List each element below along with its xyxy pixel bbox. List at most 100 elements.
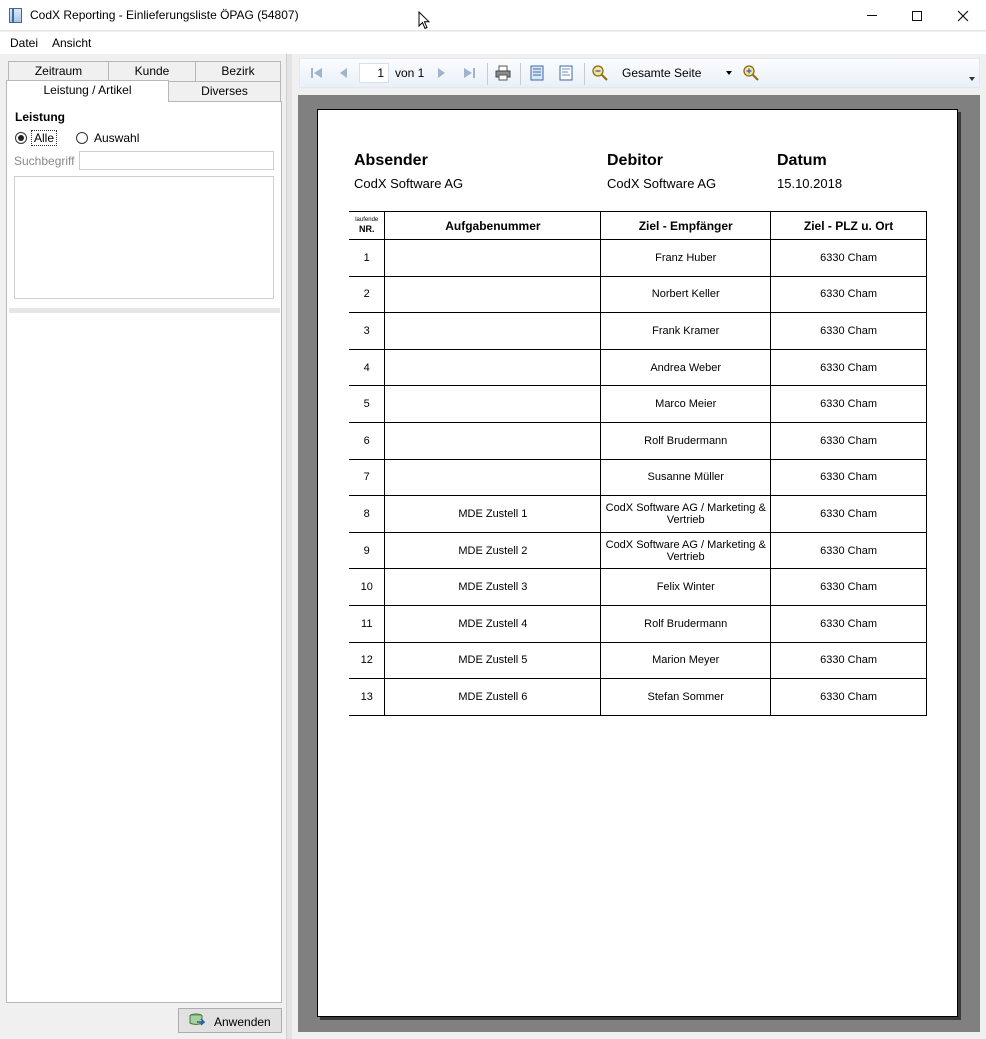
debitor-label: Debitor — [607, 152, 663, 169]
cell-empfaenger: Franz Huber — [600, 239, 772, 277]
zoom-out-icon[interactable] — [591, 64, 609, 82]
search-label: Suchbegriff — [14, 154, 75, 168]
cell-plz-ort: 6330 Cham — [770, 239, 927, 277]
selection-listbox[interactable] — [14, 176, 274, 299]
panel-separator — [9, 308, 280, 313]
cell-empfaenger: Susanne Müller — [600, 458, 772, 497]
maximize-button[interactable] — [894, 0, 940, 31]
menu-bar: Datei Ansicht — [0, 32, 986, 54]
print-icon[interactable] — [494, 64, 512, 82]
zoom-select-value: Gesamte Seite — [622, 66, 702, 80]
cell-plz-ort: 6330 Cham — [770, 421, 927, 460]
report-page: Absender CodX Software AG Debitor CodX S… — [317, 109, 958, 1017]
toolbar-overflow-icon[interactable] — [969, 77, 975, 81]
menu-ansicht[interactable]: Ansicht — [52, 36, 91, 50]
search-input[interactable] — [79, 151, 274, 170]
cell-empfaenger: Stefan Sommer — [600, 678, 772, 716]
zoom-select[interactable]: Gesamte Seite — [620, 63, 736, 84]
cell-aufgabenummer — [384, 458, 602, 497]
radio-auswahl-label[interactable]: Auswahl — [94, 131, 139, 145]
cell-aufgabenummer: MDE Zustell 6 — [384, 678, 602, 716]
menu-datei[interactable]: Datei — [10, 36, 38, 50]
cell-empfaenger: Rolf Brudermann — [600, 421, 772, 460]
radio-alle-label[interactable]: Alle — [30, 130, 58, 146]
radio-auswahl[interactable] — [76, 132, 88, 144]
table-row: 8 MDE Zustell 1 CodX Software AG / Marketi… — [349, 495, 927, 533]
cell-nr: 7 — [349, 458, 386, 497]
column-header-aufgabenummer: Aufgabenummer — [384, 211, 602, 240]
cell-plz-ort: 6330 Cham — [770, 385, 927, 423]
table-row: 7 Susanne Müller 6330 Cham — [349, 458, 927, 497]
print-layout-icon[interactable] — [557, 64, 575, 82]
last-page-icon[interactable] — [460, 64, 478, 82]
tab-diverses[interactable]: Diverses — [168, 81, 281, 101]
cell-empfaenger: Norbert Keller — [600, 275, 772, 314]
apply-button-label: Anwenden — [214, 1015, 271, 1029]
tab-content: Leistung Alle Auswahl Suchbegriff — [6, 101, 282, 1003]
table-row: 2 Norbert Keller 6330 Cham — [349, 275, 927, 314]
window-title: CodX Reporting - Einlieferungsliste ÖPAG… — [30, 8, 299, 22]
app-icon — [9, 8, 22, 23]
mouse-cursor-icon — [418, 11, 430, 30]
panel-splitter[interactable] — [286, 54, 292, 1039]
cell-empfaenger: CodX Software AG / Marketing & Vertrieb — [600, 495, 772, 533]
cell-nr: 11 — [349, 604, 386, 643]
cell-nr: 12 — [349, 641, 386, 680]
close-icon — [957, 10, 969, 21]
next-page-icon[interactable] — [432, 64, 450, 82]
cell-aufgabenummer — [384, 348, 602, 387]
cell-plz-ort: 6330 Cham — [770, 641, 927, 680]
cell-nr: 3 — [349, 312, 386, 350]
table-header-row: laufende NR. Aufgabenummer Ziel - Empfän… — [349, 211, 927, 240]
cell-aufgabenummer: MDE Zustell 3 — [384, 568, 602, 606]
close-button[interactable] — [940, 0, 986, 31]
cell-empfaenger: Frank Kramer — [600, 312, 772, 350]
tab-bezirk[interactable]: Bezirk — [195, 61, 281, 81]
toolbar-separator — [487, 63, 488, 85]
cell-aufgabenummer: MDE Zustell 5 — [384, 641, 602, 680]
cell-nr: 8 — [349, 495, 386, 533]
first-page-icon[interactable] — [308, 64, 326, 82]
datum-value: 15.10.2018 — [777, 176, 843, 191]
cell-plz-ort: 6330 Cham — [770, 458, 927, 497]
cell-plz-ort: 6330 Cham — [770, 604, 927, 643]
delivery-table: laufende NR. Aufgabenummer Ziel - Empfän… — [349, 211, 927, 716]
minimize-icon — [867, 15, 877, 16]
cell-plz-ort: 6330 Cham — [770, 495, 927, 533]
cell-plz-ort: 6330 Cham — [770, 531, 927, 570]
cell-empfaenger: Felix Winter — [600, 568, 772, 606]
section-label-leistung: Leistung — [15, 110, 65, 124]
maximize-icon — [912, 10, 922, 21]
cell-plz-ort: 6330 Cham — [770, 678, 927, 716]
cell-empfaenger: Marion Meyer — [600, 641, 772, 680]
table-row: 9 MDE Zustell 2 CodX Software AG / Marketi… — [349, 531, 927, 570]
cell-nr: 1 — [349, 239, 386, 277]
cell-aufgabenummer — [384, 275, 602, 314]
cell-aufgabenummer — [384, 421, 602, 460]
radio-alle[interactable] — [15, 132, 27, 144]
column-header-nr: laufende NR. — [349, 211, 386, 240]
previous-page-icon[interactable] — [335, 64, 353, 82]
table-row: 11 MDE Zustell 4 Rolf Brudermann 6330 Cham — [349, 604, 927, 643]
cell-aufgabenummer: MDE Zustell 2 — [384, 531, 602, 570]
cell-nr: 5 — [349, 385, 386, 423]
report-preview: Absender CodX Software AG Debitor CodX S… — [298, 95, 980, 1032]
apply-button[interactable]: Anwenden — [178, 1008, 282, 1033]
tab-kunde[interactable]: Kunde — [108, 61, 196, 81]
tab-zeitraum[interactable]: Zeitraum — [8, 61, 109, 81]
page-number-input[interactable]: 1 — [359, 63, 389, 83]
cell-aufgabenummer: MDE Zustell 1 — [384, 495, 602, 533]
minimize-button[interactable] — [849, 0, 895, 31]
cell-nr: 2 — [349, 275, 386, 314]
cell-nr: 4 — [349, 348, 386, 387]
table-row: 4 Andrea Weber 6330 Cham — [349, 348, 927, 387]
toolbar-separator — [584, 63, 585, 85]
cell-nr: 13 — [349, 678, 386, 716]
title-bar: CodX Reporting - Einlieferungsliste ÖPAG… — [0, 0, 986, 31]
page-setup-icon[interactable] — [528, 64, 546, 82]
cell-nr: 6 — [349, 421, 386, 460]
zoom-in-icon[interactable] — [742, 64, 760, 82]
tab-leistung-artikel[interactable]: Leistung / Artikel — [6, 80, 169, 102]
cell-aufgabenummer — [384, 312, 602, 350]
apply-filter-icon — [189, 1013, 205, 1026]
